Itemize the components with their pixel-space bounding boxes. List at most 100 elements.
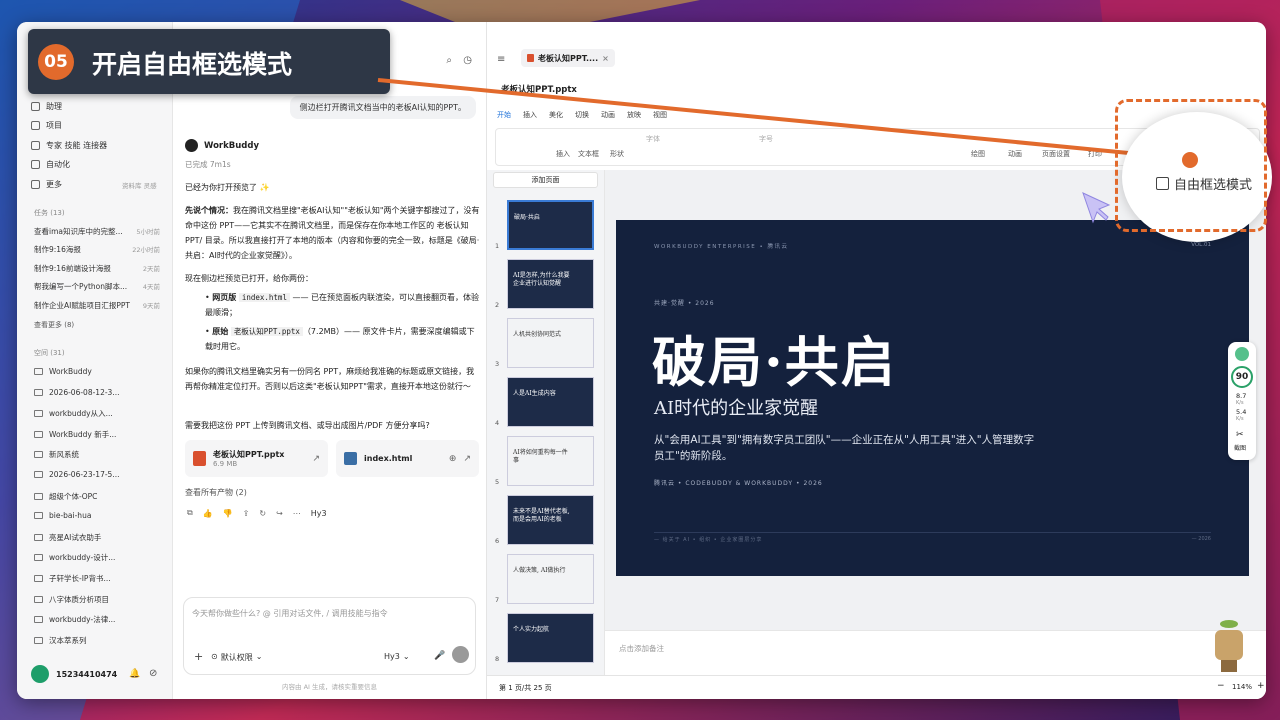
- mic-icon[interactable]: 🎤: [434, 651, 445, 661]
- task-time: 22小时前: [132, 246, 160, 254]
- menu-icon[interactable]: ≡: [497, 54, 505, 65]
- slide-thumbnail[interactable]: 人机共创协同范式: [507, 318, 594, 368]
- slide-thumbnail[interactable]: 个人实力起航: [507, 613, 594, 663]
- add-page-button[interactable]: 添加页面: [493, 172, 598, 188]
- file-card-pptx[interactable]: 老板认知PPT.pptx 6.9 MB ↗: [185, 440, 328, 477]
- history-icon[interactable]: ◷: [463, 55, 472, 66]
- project-name: 子轩学长-IP背书...: [49, 574, 111, 583]
- zoom-out-icon[interactable]: −: [1217, 681, 1225, 691]
- open-external-icon[interactable]: ↗: [312, 454, 320, 464]
- performance-widget[interactable]: 90 8.7 K/s 5.4 K/s ✂ 截图: [1228, 342, 1256, 460]
- sidebar-item-projects[interactable]: 项目: [31, 120, 62, 131]
- chat-input-box[interactable]: 今天帮你做些什么? @ 引用对话文件, / 调用技能与指令 + ⊙ 默认权限 ⌄ H…: [183, 597, 476, 675]
- file-card-html[interactable]: index.html ⊕ ↗: [336, 440, 479, 477]
- project-item[interactable]: workbuddy-设计...: [34, 552, 115, 563]
- project-item[interactable]: 八字体质分析项目: [34, 594, 109, 605]
- font-size-select[interactable]: 字号: [759, 134, 773, 144]
- slide-title: 破局·共启: [652, 330, 897, 394]
- task-item[interactable]: 制作9:16前端设计海报 2天前: [34, 263, 160, 274]
- bullet-label: 网页版: [212, 293, 237, 302]
- ribbon-tab[interactable]: 美化: [549, 110, 563, 120]
- tab-pptx[interactable]: 老板认知PPT.... ×: [521, 49, 615, 67]
- upload-speed: 8.7: [1236, 392, 1247, 400]
- chevron-down-icon: ⌄: [255, 652, 263, 661]
- project-item[interactable]: WorkBuddy: [34, 367, 92, 376]
- screenshot-icon[interactable]: ✂: [1236, 430, 1244, 440]
- sidebar-more-extra[interactable]: 资料库 灵感: [122, 180, 157, 190]
- thumbs-up-icon[interactable]: 👍: [203, 509, 213, 518]
- thumbnail-title: 个人实力起航: [513, 626, 550, 633]
- task-item[interactable]: 查看ima知识库中的完整... 5小时前: [34, 226, 160, 237]
- ribbon-tab[interactable]: 插入: [523, 110, 537, 120]
- slide-1[interactable]: WORKBUDDY ENTERPRISE • 腾讯云 VOL.01 共建·觉醒 …: [616, 220, 1249, 576]
- more-icon[interactable]: ⋯: [293, 509, 301, 518]
- compass-icon[interactable]: ⊘: [149, 668, 157, 679]
- ribbon-tab[interactable]: 切换: [575, 110, 589, 120]
- ribbon-tab[interactable]: 开始: [497, 110, 511, 120]
- shield-icon: [1235, 347, 1249, 361]
- shape-button[interactable]: 形状: [610, 149, 624, 159]
- sidebar-item-assistant[interactable]: 助理: [31, 101, 62, 112]
- slide-thumbnail[interactable]: 人做决策, AI做执行: [507, 554, 594, 604]
- insert-button[interactable]: 插入: [556, 149, 570, 159]
- thumbs-down-icon[interactable]: 👎: [223, 509, 233, 518]
- ribbon-tab[interactable]: 视图: [653, 110, 667, 120]
- ribbon-tab[interactable]: 动画: [601, 110, 615, 120]
- project-item[interactable]: 2026-06-08-12-3...: [34, 388, 119, 397]
- permission-select[interactable]: ⊙ 默认权限 ⌄: [211, 652, 262, 663]
- ribbon-tab[interactable]: 放映: [627, 110, 641, 120]
- project-item[interactable]: 子轩学长-IP背书...: [34, 573, 111, 584]
- bell-icon[interactable]: 🔔: [129, 669, 140, 679]
- animation-button[interactable]: 动画: [1008, 149, 1022, 159]
- notes-area[interactable]: 点击添加备注: [605, 630, 1266, 675]
- retry-icon[interactable]: ↻: [259, 509, 266, 518]
- project-item[interactable]: workbuddy从入...: [34, 408, 113, 419]
- plus-icon[interactable]: +: [194, 650, 203, 663]
- model-select[interactable]: Hy3 ⌄: [384, 652, 410, 661]
- forward-icon[interactable]: ↪: [276, 509, 283, 518]
- page-setup-button[interactable]: 页面设置: [1042, 149, 1070, 159]
- font-select[interactable]: 字体: [646, 134, 660, 144]
- globe-icon[interactable]: ⊕: [449, 454, 457, 464]
- slide-thumbnail[interactable]: 未来不是AI替代老板,而是会用AI的老板: [507, 495, 594, 545]
- textbox-button[interactable]: 文本框: [578, 149, 599, 159]
- draw-button[interactable]: 绘图: [971, 149, 985, 159]
- tasks-more-link[interactable]: 查看更多 (8): [34, 320, 74, 330]
- mascot-icon[interactable]: [1212, 620, 1246, 675]
- user-profile[interactable]: 15234410474: [31, 665, 117, 683]
- task-item[interactable]: 帮我编写一个Python脚本... 4天前: [34, 281, 160, 292]
- project-item[interactable]: bie-bai-hua: [34, 511, 91, 520]
- share-icon[interactable]: ⇪: [243, 509, 250, 518]
- slide-thumbnail[interactable]: AI将如何重构每一件事: [507, 436, 594, 486]
- chat-input-placeholder[interactable]: 今天帮你做些什么? @ 引用对话文件, / 调用技能与指令: [192, 608, 388, 619]
- sidebar-item-experts[interactable]: 专家 技能 连接器: [31, 140, 107, 151]
- search-icon[interactable]: ⌕: [446, 55, 452, 66]
- slide-thumbnail[interactable]: 人是AI生成内容: [507, 377, 594, 427]
- print-button[interactable]: 打印: [1088, 149, 1102, 159]
- folder-icon: [34, 616, 43, 624]
- project-item[interactable]: 汉本萃系列: [34, 635, 87, 646]
- task-item[interactable]: 制作9:16海报 22小时前: [34, 244, 160, 255]
- copy-icon[interactable]: ⧉: [187, 508, 193, 518]
- sidebar-item-more[interactable]: 更多: [31, 179, 62, 190]
- project-item[interactable]: workbuddy-法律...: [34, 614, 115, 625]
- task-status[interactable]: 已完成 7m1s: [185, 159, 231, 170]
- slide-thumbnail[interactable]: 破局·共启: [507, 200, 594, 250]
- send-button[interactable]: [452, 646, 469, 663]
- slide-thumbnail[interactable]: AI是怎样,为什么我要企业进行认知觉醒: [507, 259, 594, 309]
- zoom-in-icon[interactable]: +: [1257, 681, 1265, 691]
- project-item[interactable]: 2026-06-23-17-5...: [34, 470, 119, 479]
- project-item[interactable]: 亮星AI试衣助手: [34, 532, 101, 543]
- all-outputs-link[interactable]: 查看所有产物 (2): [185, 487, 247, 498]
- zoom-level[interactable]: 114%: [1232, 683, 1252, 691]
- project-item[interactable]: WorkBuddy 新手...: [34, 429, 116, 440]
- close-icon[interactable]: ×: [602, 54, 609, 63]
- download-speed: 5.4: [1236, 408, 1247, 416]
- task-title: 帮我编写一个Python脚本...: [34, 282, 128, 291]
- open-external-icon[interactable]: ↗: [463, 454, 471, 464]
- project-item[interactable]: 新风系统: [34, 449, 79, 460]
- folder-icon: [34, 512, 43, 520]
- project-item[interactable]: 超级个体-OPC: [34, 491, 97, 502]
- sidebar-item-automation[interactable]: 自动化: [31, 159, 70, 170]
- task-item[interactable]: 制作企业AI赋能项目汇报PPT 9天前: [34, 300, 160, 311]
